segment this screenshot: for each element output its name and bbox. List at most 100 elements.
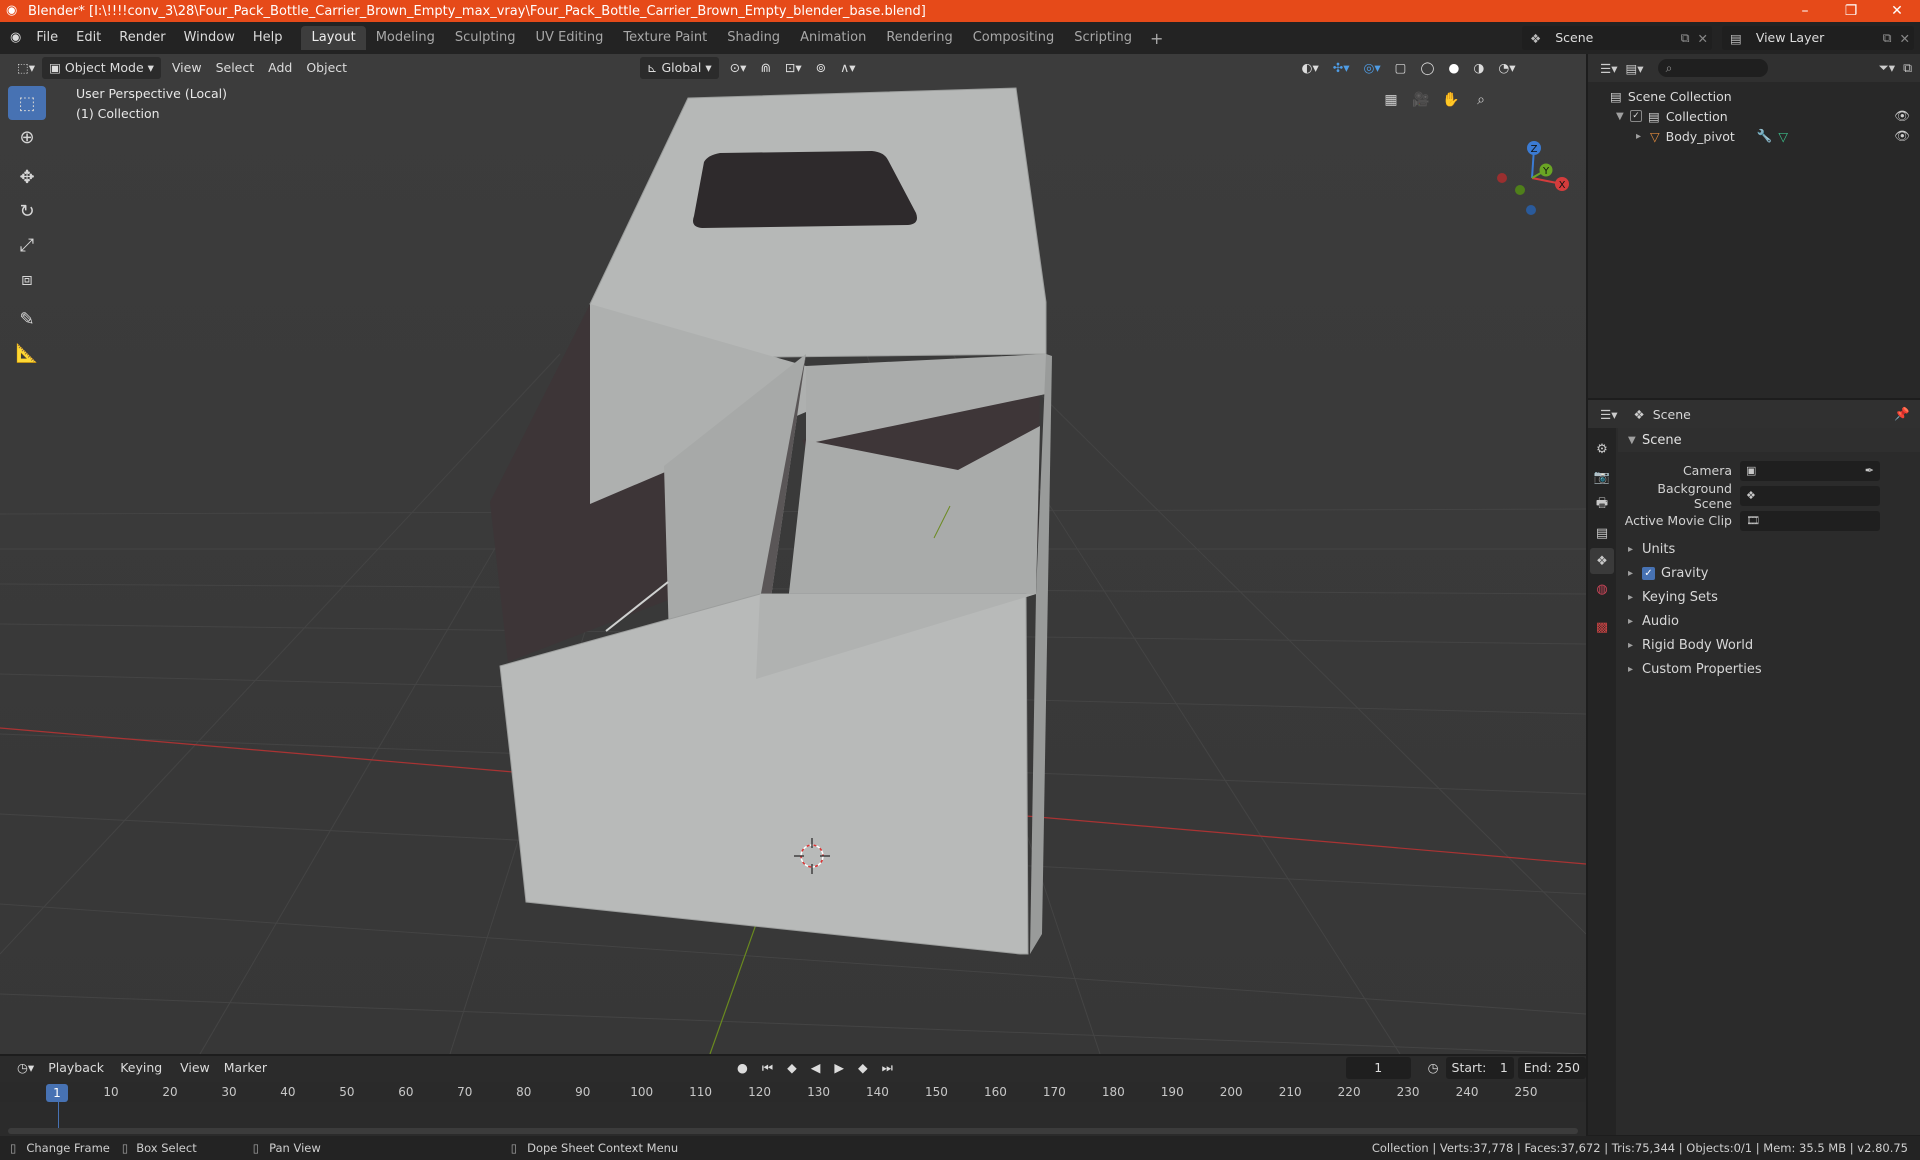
navigation-gizmo[interactable]: Z X Y	[1488, 134, 1578, 224]
new-view-layer-icon[interactable]: ⧉	[1879, 30, 1896, 46]
keying-sets-subpanel[interactable]: ▸ Keying Sets	[1618, 585, 1920, 609]
toggle-grid-view-icon[interactable]: ▦	[1378, 87, 1404, 113]
start-frame-field[interactable]: Start: 1	[1445, 1057, 1514, 1079]
outliner-scene-collection[interactable]: ▤ Scene Collection	[1588, 86, 1920, 106]
pan-hand-icon[interactable]: ✋	[1438, 87, 1464, 113]
menu-window[interactable]: Window	[175, 22, 244, 54]
3d-viewport[interactable]: ⬚▾ ▣ Object Mode ▾ View Select Add Objec…	[0, 54, 1586, 1054]
scene-panel-header[interactable]: ▼ Scene	[1618, 428, 1920, 452]
new-scene-icon[interactable]: ⧉	[1677, 30, 1694, 46]
view-layer-selector[interactable]: ▤ View Layer ⧉ ✕	[1722, 26, 1914, 50]
gravity-subpanel[interactable]: ▸ ✓ Gravity	[1618, 561, 1920, 585]
tab-texture-paint[interactable]: Texture Paint	[613, 26, 717, 50]
tool-tab-icon[interactable]: ⚙	[1590, 436, 1614, 462]
collection-exclude-checkbox[interactable]: ✓	[1630, 110, 1642, 122]
select-box-tool-icon[interactable]: ⬚	[8, 86, 46, 120]
object-expand-icon[interactable]: ▸	[1636, 131, 1650, 142]
tab-modeling[interactable]: Modeling	[366, 26, 445, 50]
gizmo-neg-y-axis[interactable]	[1515, 185, 1525, 195]
object-visibility-eye-icon[interactable]: 👁	[1894, 128, 1910, 144]
visibility-selectability-icon[interactable]: ◐▾	[1295, 57, 1326, 79]
rigid-body-world-subpanel[interactable]: ▸ Rigid Body World	[1618, 633, 1920, 657]
prev-keyframe-icon[interactable]: ◆	[780, 1057, 804, 1079]
menu-file[interactable]: File	[27, 22, 67, 54]
tab-layout[interactable]: Layout	[301, 26, 366, 50]
current-frame-field[interactable]: 1	[1345, 1057, 1411, 1079]
outliner-display-mode-icon[interactable]: ▤▾	[1625, 61, 1643, 76]
menu-view[interactable]: View	[165, 57, 209, 79]
background-scene-field[interactable]: ❖	[1740, 485, 1880, 506]
scene-tab-icon[interactable]: ❖	[1590, 548, 1614, 574]
blender-menu-icon[interactable]: ◉	[0, 22, 27, 54]
tab-scripting[interactable]: Scripting	[1064, 26, 1142, 50]
camera-view-icon[interactable]: 🎥	[1408, 87, 1434, 113]
maximize-button[interactable]: ❐	[1828, 0, 1874, 22]
falloff-icon[interactable]: ∧▾	[833, 57, 862, 79]
playback-dropdown[interactable]: Playback ▾	[41, 1057, 113, 1097]
transform-tool-icon[interactable]: ⧈	[8, 262, 46, 296]
rendered-shading-icon[interactable]: ◔▾	[1491, 57, 1522, 79]
tab-rendering[interactable]: Rendering	[876, 26, 962, 50]
cursor-tool-icon[interactable]: ⊕	[8, 120, 46, 154]
tab-animation[interactable]: Animation	[790, 26, 876, 50]
outliner-filter-icon[interactable]: ⏷▾	[1879, 60, 1895, 76]
marker-menu[interactable]: Marker	[217, 1057, 274, 1079]
jump-end-icon[interactable]: ⏭	[875, 1057, 900, 1079]
gizmo-toggle-icon[interactable]: ✣▾	[1326, 57, 1357, 79]
record-keyframe-icon[interactable]: ●	[730, 1057, 755, 1079]
eyedropper-icon[interactable]: ✒	[1865, 464, 1874, 477]
scene-name-field[interactable]: Scene	[1549, 27, 1677, 49]
tab-compositing[interactable]: Compositing	[963, 26, 1065, 50]
collection-visibility-eye-icon[interactable]: 👁	[1894, 108, 1910, 124]
outliner-collection-row[interactable]: ▼ ✓ ▤ Collection 👁	[1588, 106, 1920, 126]
scene-selector[interactable]: ❖ Scene ⧉ ✕	[1522, 26, 1712, 50]
material-shading-icon[interactable]: ◑	[1466, 57, 1491, 79]
pin-icon[interactable]: 📌	[1894, 406, 1910, 422]
timeline-scrollbar[interactable]	[8, 1128, 1578, 1134]
scale-tool-icon[interactable]: ⤢	[8, 228, 46, 262]
camera-field[interactable]: ▣ ✒	[1740, 460, 1880, 481]
end-frame-field[interactable]: End: 250	[1517, 1057, 1586, 1079]
outliner-search-input[interactable]: ⌕	[1657, 59, 1768, 77]
keying-dropdown[interactable]: Keying ▾	[113, 1057, 173, 1097]
transform-orientation-dropdown[interactable]: ⊾ Global ▾	[640, 57, 719, 79]
next-keyframe-icon[interactable]: ◆	[851, 1057, 875, 1079]
active-movie-clip-field[interactable]: 🎞	[1740, 510, 1880, 531]
modifier-wrench-icon[interactable]: 🔧	[1757, 128, 1773, 144]
timeline-editor-type-icon[interactable]: ◷▾	[10, 1057, 41, 1079]
mesh-data-icon[interactable]: ▽	[1778, 129, 1788, 144]
units-subpanel[interactable]: ▸ Units	[1618, 537, 1920, 561]
proportional-edit-icon[interactable]: ⊚	[809, 57, 833, 79]
world-tab-icon[interactable]: ◍	[1590, 576, 1614, 602]
editor-type-icon[interactable]: ⬚▾	[10, 57, 42, 79]
overlay-toggle-icon[interactable]: ◎▾	[1356, 57, 1387, 79]
remove-view-layer-icon[interactable]: ✕	[1896, 31, 1914, 46]
collection-expand-icon[interactable]: ▼	[1616, 111, 1630, 122]
view-layer-field[interactable]: View Layer	[1749, 27, 1879, 49]
object-mode-dropdown[interactable]: ▣ Object Mode ▾	[42, 57, 161, 79]
menu-add[interactable]: Add	[261, 57, 299, 79]
tab-sculpting[interactable]: Sculpting	[445, 26, 526, 50]
tab-shading[interactable]: Shading	[717, 26, 790, 50]
outliner-object-row[interactable]: ▸ ▽ Body_pivot 🔧 ▽ 👁	[1588, 126, 1920, 146]
output-tab-icon[interactable]: 🖶	[1590, 492, 1614, 518]
custom-properties-subpanel[interactable]: ▸ Custom Properties	[1618, 657, 1920, 681]
annotate-tool-icon[interactable]: ✎	[8, 302, 46, 336]
minimize-button[interactable]: –	[1782, 0, 1828, 22]
gizmo-neg-x-axis[interactable]	[1497, 173, 1507, 183]
render-tab-icon[interactable]: 📷	[1590, 464, 1614, 490]
zoom-icon[interactable]: ⌕	[1468, 87, 1494, 113]
wireframe-shading-icon[interactable]: ◯	[1413, 57, 1441, 79]
new-collection-icon[interactable]: ⧉	[1903, 60, 1912, 76]
audio-subpanel[interactable]: ▸ Audio	[1618, 609, 1920, 633]
texture-tab-icon[interactable]: ▩	[1590, 614, 1614, 640]
remove-scene-icon[interactable]: ✕	[1694, 31, 1712, 46]
snap-target-icon[interactable]: ⊡▾	[778, 57, 809, 79]
jump-start-icon[interactable]: ⏮	[755, 1057, 780, 1079]
move-tool-icon[interactable]: ✥	[8, 160, 46, 194]
close-button[interactable]: ✕	[1874, 0, 1920, 22]
properties-editor-type-icon[interactable]: ☰▾	[1600, 407, 1617, 422]
view-layer-tab-icon[interactable]: ▤	[1590, 520, 1614, 546]
outliner-editor-type-icon[interactable]: ☰▾	[1600, 61, 1617, 76]
menu-render[interactable]: Render	[110, 22, 174, 54]
